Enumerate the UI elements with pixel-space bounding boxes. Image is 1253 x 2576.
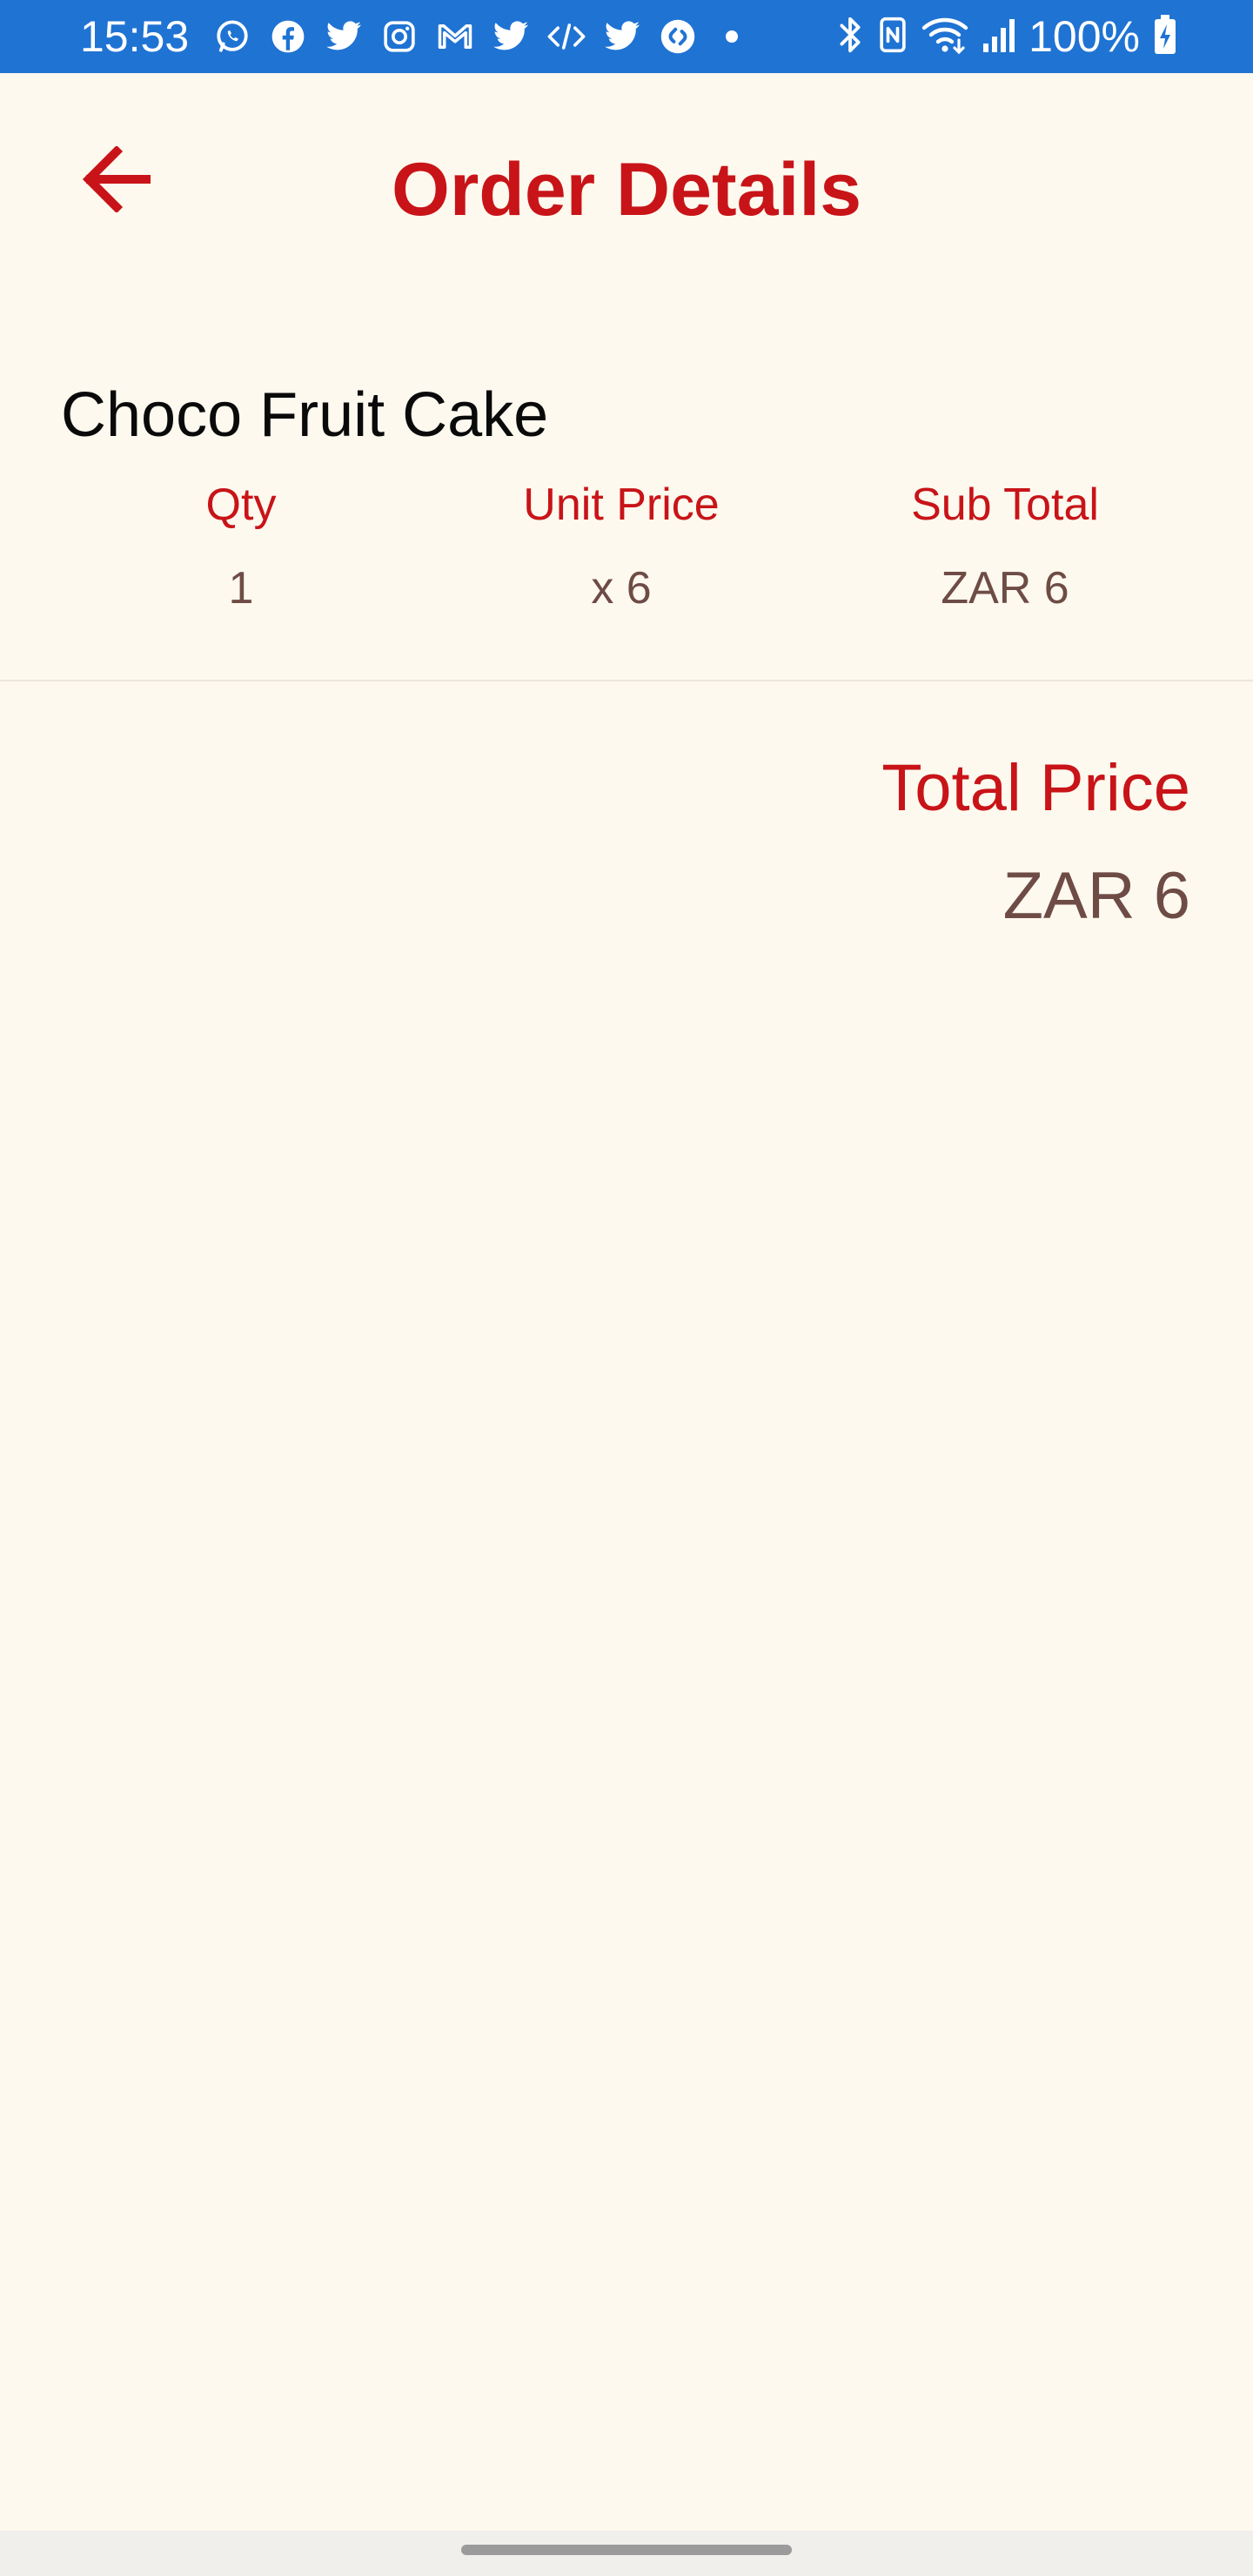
instagram-icon <box>379 17 419 57</box>
twitter-icon <box>602 17 642 57</box>
subtotal-value: ZAR 6 <box>941 563 1069 614</box>
battery-charging-icon <box>1152 14 1178 60</box>
total-price-value: ZAR 6 <box>1002 859 1190 933</box>
total-price-label: Total Price <box>881 751 1190 825</box>
battery-percent: 100% <box>1029 12 1140 61</box>
unit-price-label: Unit Price <box>523 480 720 530</box>
facebook-icon <box>268 17 308 57</box>
status-bar: 15:53 100% <box>0 0 1253 73</box>
divider <box>0 680 1253 681</box>
unit-price-value: x 6 <box>591 563 652 614</box>
shazam-icon <box>658 17 698 57</box>
notification-icons <box>212 16 738 57</box>
whatsapp-icon <box>212 17 252 57</box>
more-notifications-dot-icon <box>726 30 738 43</box>
signal-icon <box>982 16 1016 58</box>
twitter-icon <box>324 17 364 57</box>
nfc-icon <box>877 16 908 58</box>
qty-value: 1 <box>228 563 254 614</box>
code-icon <box>546 17 586 57</box>
gmail-icon <box>435 17 475 57</box>
status-time: 15:53 <box>80 12 190 61</box>
item-name: Choco Fruit Cake <box>61 380 549 450</box>
bluetooth-icon <box>835 15 865 59</box>
home-gesture-handle[interactable] <box>461 2545 792 2555</box>
wifi-icon <box>921 15 969 59</box>
twitter-icon <box>491 17 531 57</box>
qty-label: Qty <box>205 480 277 530</box>
page-title: Order Details <box>391 148 862 231</box>
subtotal-label: Sub Total <box>911 480 1099 530</box>
system-icons: 100% <box>835 12 1178 61</box>
